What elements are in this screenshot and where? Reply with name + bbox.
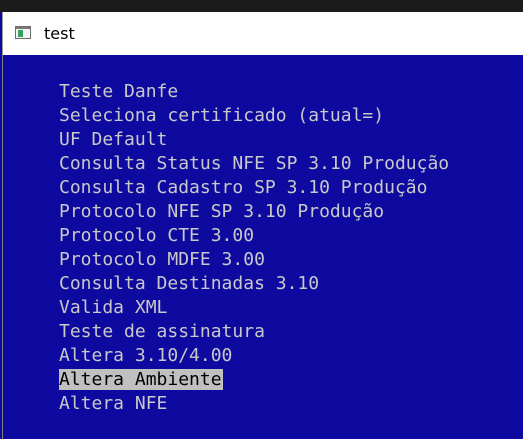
menu-item-valida-xml[interactable]: Valida XML [59,296,450,320]
menu-item-protocolo-cte[interactable]: Protocolo CTE 3.00 [59,224,450,248]
menu-item-protocolo-mdfe[interactable]: Protocolo MDFE 3.00 [59,248,450,272]
menu-item-protocolo-nfe[interactable]: Protocolo NFE SP 3.10 Produção [59,200,450,224]
console-window-icon [15,26,31,39]
menu-item-uf-default[interactable]: UF Default [59,128,450,152]
window-title: test [44,24,75,43]
desktop-strip [0,0,523,12]
menu-item-seleciona-certificado[interactable]: Seleciona certificado (atual=) [59,104,450,128]
menu-list: Teste Danfe Seleciona certificado (atual… [59,80,450,416]
console-area: Teste Danfe Seleciona certificado (atual… [2,55,523,439]
menu-item-consulta-cadastro[interactable]: Consulta Cadastro SP 3.10 Produção [59,176,450,200]
menu-item-consulta-status-nfe[interactable]: Consulta Status NFE SP 3.10 Produção [59,152,450,176]
menu-item-teste-danfe[interactable]: Teste Danfe [59,80,450,104]
console-window: test Teste Danfe Seleciona certificado (… [0,0,523,439]
menu-item-altera-versao[interactable]: Altera 3.10/4.00 [59,344,450,368]
menu-item-altera-ambiente[interactable]: Altera Ambiente [59,368,450,392]
menu-item-consulta-destinadas[interactable]: Consulta Destinadas 3.10 [59,272,450,296]
title-bar[interactable]: test [2,12,523,55]
menu-item-altera-nfe[interactable]: Altera NFE [59,392,450,416]
menu-item-teste-assinatura[interactable]: Teste de assinatura [59,320,450,344]
